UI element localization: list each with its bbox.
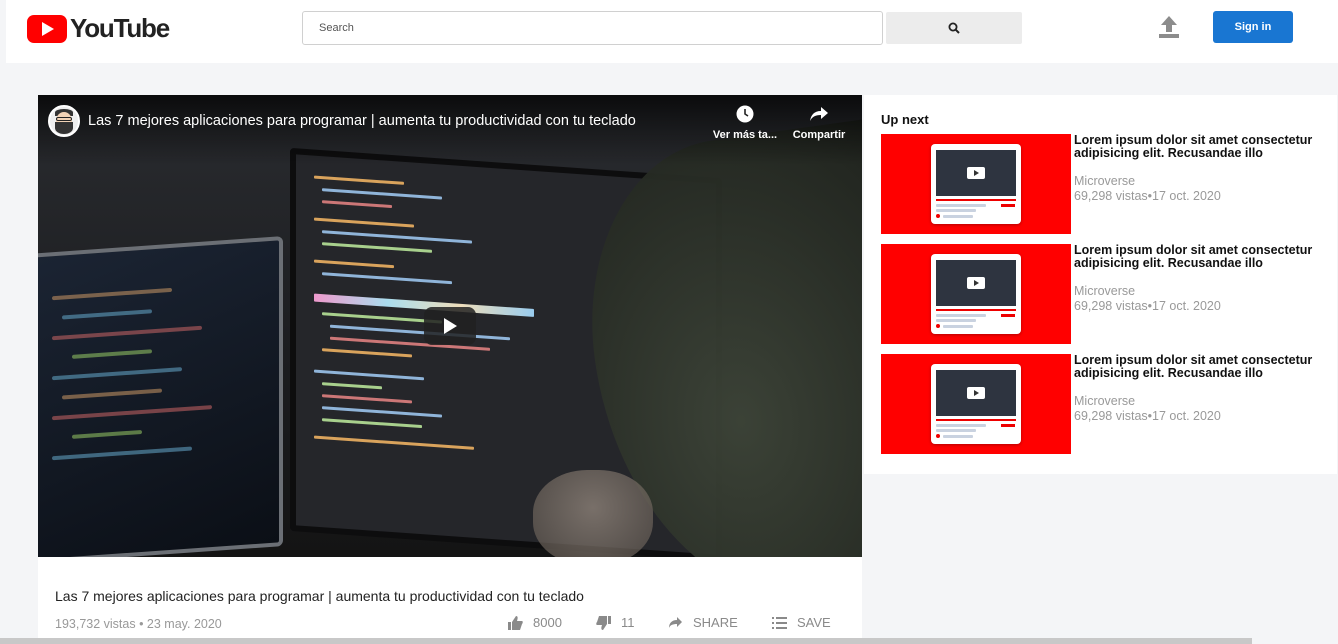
playlist-add-icon: [772, 616, 787, 629]
like-count: 8000: [533, 615, 562, 630]
player-share-label: Compartir: [792, 129, 846, 141]
video-thumbnail[interactable]: [881, 354, 1071, 454]
sign-in-button[interactable]: Sign in: [1213, 11, 1293, 43]
up-next-item[interactable]: Lorem ipsum dolor sit amet consectetur a…: [881, 244, 1331, 344]
upload-icon: [1159, 16, 1179, 38]
video-title: Las 7 mejores aplicaciones para programa…: [55, 588, 584, 604]
player-video-title[interactable]: Las 7 mejores aplicaciones para programa…: [88, 113, 636, 129]
clock-icon: [736, 105, 754, 123]
up-next-item[interactable]: Lorem ipsum dolor sit amet consectetur a…: [881, 134, 1331, 234]
up-next-item[interactable]: Lorem ipsum dolor sit amet consectetur a…: [881, 354, 1331, 454]
up-next-channel: Microverse: [1074, 284, 1136, 298]
thumbs-up-icon: [508, 615, 523, 630]
up-next-panel: Up next Lorem ipsum dolor sit amet conse…: [864, 95, 1337, 474]
video-frame-laptop: [38, 236, 283, 557]
youtube-logo[interactable]: YouTube: [27, 13, 170, 44]
up-next-stats: 69,298 vistas•17 oct. 2020: [1074, 299, 1221, 313]
share-arrow-icon: [810, 107, 828, 121]
search-button[interactable]: [886, 12, 1022, 44]
up-next-title[interactable]: Lorem ipsum dolor sit amet consectetur a…: [1074, 244, 1331, 270]
top-header: YouTube Sign in: [6, 0, 1338, 63]
share-label: SHARE: [693, 615, 738, 630]
video-frame-hand: [533, 470, 653, 557]
youtube-play-logo-icon: [27, 14, 67, 43]
video-thumbnail[interactable]: [881, 244, 1071, 344]
up-next-heading: Up next: [881, 112, 929, 127]
up-next-channel: Microverse: [1074, 394, 1136, 408]
play-button[interactable]: [424, 307, 476, 345]
video-views-date: 193,732 vistas • 23 may. 2020: [55, 617, 222, 631]
save-label: SAVE: [797, 615, 831, 630]
up-next-title[interactable]: Lorem ipsum dolor sit amet consectetur a…: [1074, 134, 1331, 160]
up-next-title[interactable]: Lorem ipsum dolor sit amet consectetur a…: [1074, 354, 1331, 380]
save-button[interactable]: SAVE: [772, 615, 831, 630]
watch-later-label: Ver más ta...: [712, 129, 778, 141]
up-next-stats: 69,298 vistas•17 oct. 2020: [1074, 189, 1221, 203]
share-button[interactable]: SHARE: [668, 615, 738, 630]
share-icon: [669, 617, 682, 628]
dislike-button[interactable]: 11: [596, 615, 635, 630]
logo-text: YouTube: [70, 13, 170, 43]
video-info-panel: Las 7 mejores aplicaciones para programa…: [38, 557, 862, 644]
up-next-channel: Microverse: [1074, 174, 1136, 188]
video-thumbnail[interactable]: [881, 134, 1071, 234]
upload-button[interactable]: [1156, 14, 1182, 40]
up-next-stats: 69,298 vistas•17 oct. 2020: [1074, 409, 1221, 423]
dislike-count: 11: [621, 615, 635, 630]
channel-avatar[interactable]: [48, 105, 80, 137]
search-icon: [948, 22, 960, 34]
video-player[interactable]: Las 7 mejores aplicaciones para programa…: [38, 95, 862, 557]
like-button[interactable]: 8000: [508, 615, 562, 630]
horizontal-scrollbar[interactable]: [0, 638, 1252, 644]
play-icon: [967, 277, 985, 289]
play-icon: [444, 318, 457, 334]
watch-later-button[interactable]: Ver más ta...: [710, 105, 780, 141]
play-icon: [967, 387, 985, 399]
play-icon: [967, 167, 985, 179]
player-share-button[interactable]: Compartir: [784, 105, 854, 141]
search-input[interactable]: [302, 11, 883, 45]
thumbs-down-icon: [596, 615, 611, 630]
